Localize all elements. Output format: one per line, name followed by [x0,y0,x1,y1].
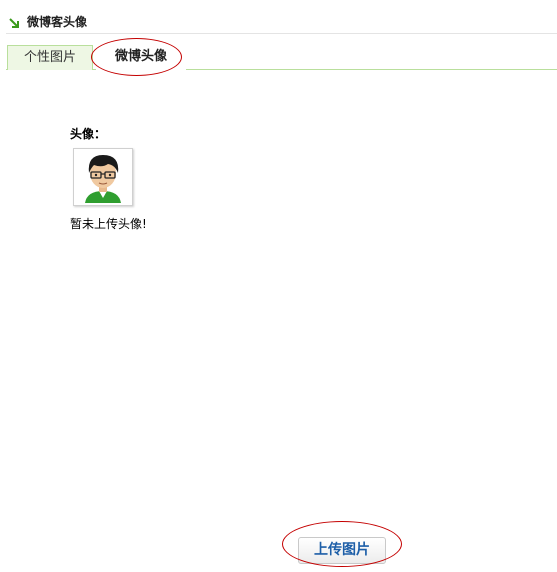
tab-personal-images[interactable]: 个性图片 [7,45,93,70]
green-arrow-icon [9,15,21,28]
avatar-status: 暂未上传头像! [70,217,147,231]
section-header: 微博客头像 [0,0,557,34]
tab-weibo-avatar[interactable]: 微博头像 [96,45,186,70]
avatar [73,148,133,206]
avatar-label: 头像： [70,127,107,141]
upload-image-button[interactable]: 上传图片 [298,537,386,564]
section-title: 微博客头像 [27,15,88,29]
header-divider [6,33,557,34]
default-avatar-icon [85,155,121,203]
